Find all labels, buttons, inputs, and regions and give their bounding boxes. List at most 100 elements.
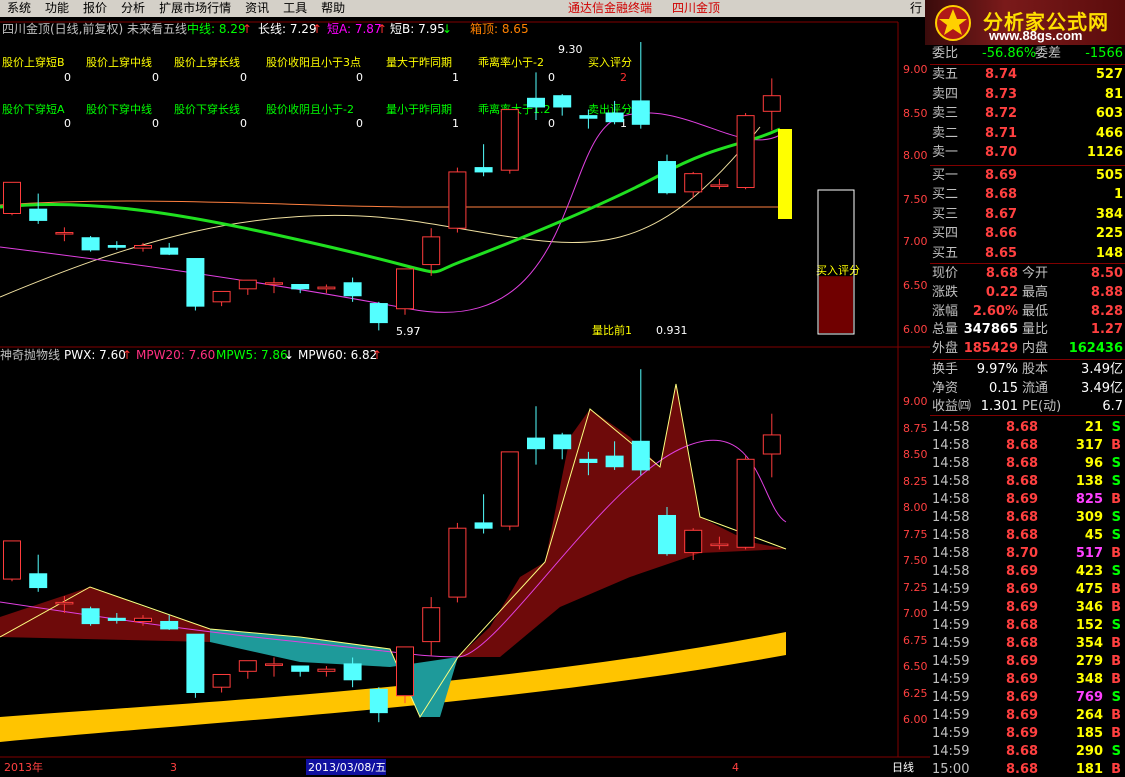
stat-label: 量比 bbox=[1022, 322, 1049, 338]
stat-value: 162436 bbox=[1068, 341, 1123, 357]
tick-time: 14:59 bbox=[932, 708, 970, 723]
menu-function[interactable]: 功能 bbox=[38, 0, 76, 17]
lower-candle-body bbox=[212, 673, 231, 688]
menu-tools[interactable]: 工具 bbox=[276, 0, 314, 17]
tick-price: 8.69 bbox=[1006, 492, 1039, 507]
fund-row: 收益㈣ 1.301 PE(动) 6.7 bbox=[930, 398, 1125, 416]
menu-cut-item[interactable]: 行 bbox=[910, 0, 922, 17]
fund-label: 换手 bbox=[932, 362, 959, 377]
menu-quote[interactable]: 报价 bbox=[76, 0, 114, 17]
bid-level-price: 8.68 bbox=[985, 187, 1018, 203]
stat-value: 0.22 bbox=[985, 284, 1018, 300]
period-label[interactable]: 日线 bbox=[892, 760, 914, 774]
signal-row1-6: 买入评分 bbox=[588, 56, 632, 69]
bid-level-label: 买二 bbox=[932, 187, 959, 203]
ask-level-price: 8.71 bbox=[985, 125, 1018, 141]
tick-side: S bbox=[1111, 456, 1121, 471]
menu-help[interactable]: 帮助 bbox=[314, 0, 352, 17]
pwx-band bbox=[0, 632, 786, 742]
fund-row: 换手 9.97% 股本 3.49亿 bbox=[930, 361, 1125, 379]
score-gauge-label: 买入评分 bbox=[816, 264, 860, 277]
stat-label: 外盘 bbox=[932, 341, 959, 357]
tick-volume: 279 bbox=[1075, 654, 1103, 669]
upper-candle-body bbox=[107, 245, 126, 248]
stat-value: 8.68 bbox=[985, 266, 1018, 281]
tick-volume: 354 bbox=[1075, 636, 1103, 651]
signal-row1-val-4: 1 bbox=[452, 71, 459, 84]
indicator-box-top: 箱顶: 8.65 bbox=[470, 21, 529, 36]
tick-row: 14:58 8.68 21 S bbox=[930, 419, 1125, 437]
signal-row2-val-1: 0 bbox=[152, 117, 159, 130]
window-title: 通达信金融终端 四川金顶 bbox=[568, 0, 740, 17]
menu-news[interactable]: 资讯 bbox=[238, 0, 276, 17]
ask-level-volume: 81 bbox=[1104, 86, 1123, 102]
tick-price: 8.69 bbox=[1006, 600, 1039, 615]
app-name: 通达信金融终端 bbox=[568, 1, 653, 15]
ask-level-price: 8.74 bbox=[985, 67, 1018, 82]
upper-price-axis: 9.00 8.50 8.00 7.50 7.00 6.50 6.00 bbox=[903, 63, 928, 336]
quote-panel: 委比 -56.86% 委差 -1566 卖五 8.74 527 卖四 8.73 81 卖三 8… bbox=[930, 45, 1125, 777]
lower-title: 神奇抛物线 bbox=[0, 347, 60, 362]
upper-candle-body bbox=[658, 161, 676, 194]
tick-price: 8.69 bbox=[1006, 690, 1039, 705]
signal-row2-val-3: 0 bbox=[356, 117, 363, 130]
menu-analysis[interactable]: 分析 bbox=[114, 0, 152, 17]
bid-level-row: 买三 8.67 384 bbox=[930, 206, 1125, 224]
tick-time: 14:58 bbox=[932, 420, 970, 435]
upper-candle-body bbox=[684, 173, 703, 193]
tick-volume: 317 bbox=[1075, 438, 1103, 453]
tick-side: S bbox=[1111, 744, 1121, 759]
tick-row: 14:58 8.68 138 S bbox=[930, 473, 1125, 491]
upper-candle-body bbox=[474, 167, 493, 173]
tick-volume: 264 bbox=[1075, 708, 1103, 723]
stat-row: 现价 8.68 今开 8.50 bbox=[930, 265, 1125, 283]
bid-level-row: 买五 8.65 148 bbox=[930, 245, 1125, 263]
bid-level-price: 8.67 bbox=[985, 206, 1018, 222]
stat-label: 今开 bbox=[1022, 266, 1049, 281]
bid-level-row: 买四 8.66 225 bbox=[930, 225, 1125, 243]
tick-row: 14:58 8.68 96 S bbox=[930, 455, 1125, 473]
tick-volume: 348 bbox=[1075, 672, 1103, 687]
tick-time: 15:00 bbox=[932, 762, 970, 777]
lower-indicator-mpw5-arrow: ↓ bbox=[284, 348, 294, 362]
low-price-note: 5.97 bbox=[396, 325, 421, 338]
tick-side: B bbox=[1111, 708, 1121, 723]
upper-candle-body bbox=[448, 171, 467, 229]
lower-candle-body bbox=[369, 688, 388, 714]
lower-indicator-pwx-arrow: ↑ bbox=[122, 348, 132, 362]
upper-candle-body bbox=[212, 290, 231, 303]
stat-label: 涨跌 bbox=[932, 284, 959, 300]
tick-time: 14:59 bbox=[932, 726, 970, 741]
tick-price: 8.69 bbox=[1006, 726, 1039, 741]
ask-level-volume: 527 bbox=[1095, 67, 1123, 82]
tick-price: 8.68 bbox=[1006, 528, 1039, 543]
lower-candle-body bbox=[396, 646, 414, 697]
tick-price: 8.69 bbox=[1006, 564, 1039, 579]
short-a-line bbox=[0, 112, 781, 313]
header-indicator-mid: 中线: 8.29 ↑ bbox=[187, 21, 252, 36]
lower-indicator-mpw60: MPW60: 6.82 ↑ bbox=[298, 348, 382, 362]
volume-ratio-label: 量比前1 bbox=[592, 323, 632, 337]
tick-side: S bbox=[1111, 618, 1121, 633]
tick-volume: 290 bbox=[1075, 744, 1103, 759]
fund-label: 净资 bbox=[932, 380, 959, 396]
lower-candle-body bbox=[134, 617, 152, 622]
order-diff-label: 委差 bbox=[1035, 46, 1062, 61]
lower-candle-body bbox=[631, 440, 650, 471]
tick-row: 14:58 8.69 825 B bbox=[930, 491, 1125, 509]
lower-candle-body bbox=[684, 529, 703, 554]
menu-system[interactable]: 系统 bbox=[0, 0, 38, 17]
upper-candle-body bbox=[422, 236, 441, 266]
stat-value: 8.50 bbox=[1090, 266, 1123, 281]
signal-row2-0: 股价下穿短A bbox=[2, 102, 65, 116]
lower-price-axis: 9.00 8.75 8.50 8.25 8.00 7.75 7.50 7.25 … bbox=[903, 395, 928, 726]
kline-chart[interactable]: 四川金顶(日线,前复权) 未来看五线 中线: 8.29 ↑ 长线: 7.29 ↑… bbox=[0, 17, 930, 777]
menu-extended-market[interactable]: 扩展市场行情 bbox=[152, 0, 238, 17]
tick-volume: 96 bbox=[1084, 456, 1103, 471]
signal-row1-val-0: 0 bbox=[64, 71, 71, 84]
kline-chart-area[interactable]: 四川金顶(日线,前复权) 未来看五线 中线: 8.29 ↑ 长线: 7.29 ↑… bbox=[0, 17, 930, 777]
lower-candle-body bbox=[29, 573, 48, 589]
ask-level-price: 8.70 bbox=[985, 145, 1018, 161]
lower-candle-body bbox=[710, 543, 729, 547]
tick-time: 14:59 bbox=[932, 744, 970, 759]
